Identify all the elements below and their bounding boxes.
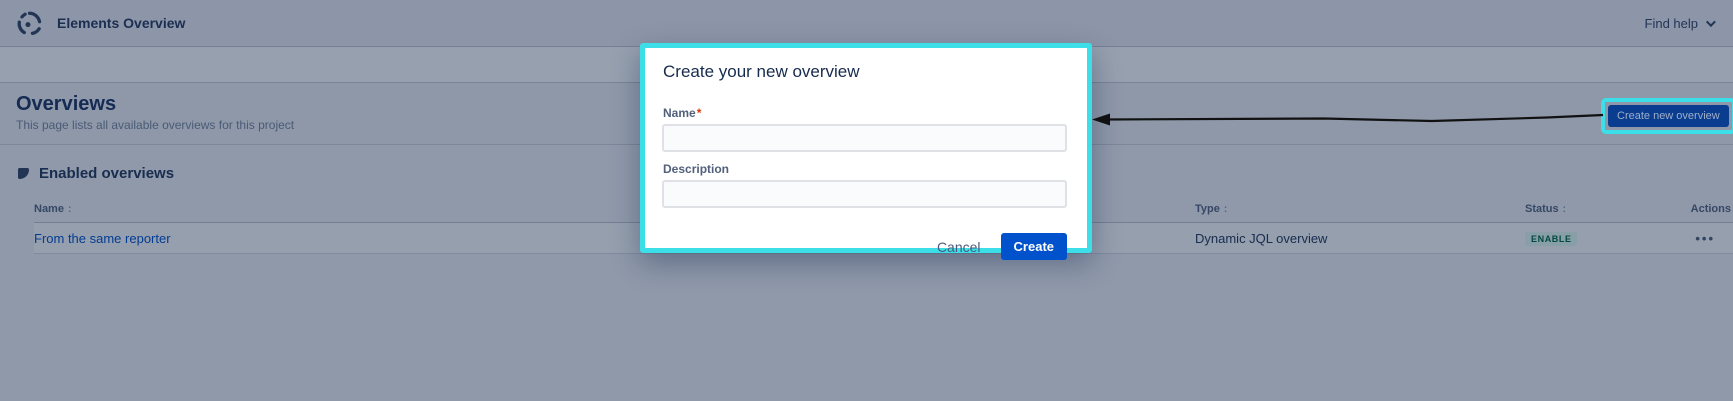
dialog-footer: Cancel Create xyxy=(662,233,1067,260)
dialog-title: Create your new overview xyxy=(663,62,1067,82)
name-field-label: Name* xyxy=(663,106,1067,120)
create-overview-dialog: Create your new overview Name* Descripti… xyxy=(640,43,1092,253)
required-asterisk: * xyxy=(697,106,702,120)
cancel-button[interactable]: Cancel xyxy=(937,239,981,255)
description-field-label: Description xyxy=(663,162,1067,176)
create-button[interactable]: Create xyxy=(1001,233,1067,260)
highlight-frame: Create new overview xyxy=(1601,98,1733,134)
description-field[interactable] xyxy=(662,180,1067,208)
create-new-overview-button[interactable]: Create new overview xyxy=(1608,105,1729,127)
annotation-arrow xyxy=(1092,108,1604,132)
name-field[interactable] xyxy=(662,124,1067,152)
